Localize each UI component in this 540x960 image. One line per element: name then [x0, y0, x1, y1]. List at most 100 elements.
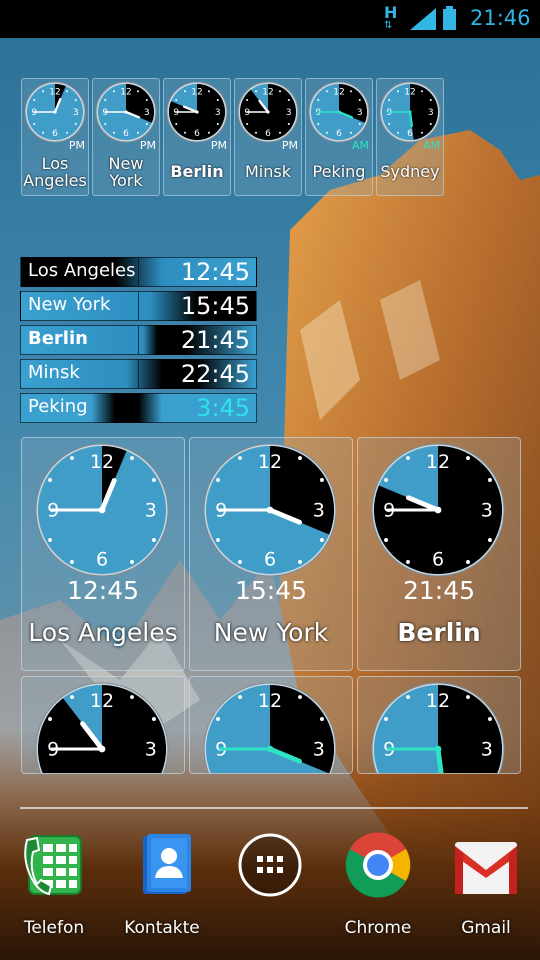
status-bar: H ⇅ 21:46 — [0, 0, 540, 38]
dial-number: 3 — [313, 500, 325, 522]
city-label: Berlin — [28, 328, 88, 349]
digital-clock-row[interactable]: New York 15:45 — [20, 291, 257, 321]
analog-clock-face: 12 3 6 9 — [237, 81, 299, 143]
dial-number: 6 — [96, 548, 108, 570]
digital-clock-row[interactable]: Minsk 22:45 — [20, 359, 257, 389]
dial-number: 3 — [428, 108, 434, 118]
dock-telefon[interactable]: Telefon — [4, 832, 104, 938]
dial-number: 9 — [244, 108, 250, 118]
analog-clock-face: 12369 — [371, 682, 505, 773]
dial-number: 12 — [191, 87, 202, 97]
dial-number: 3 — [286, 108, 292, 118]
dial-number: 12 — [404, 87, 415, 97]
digital-clock-list[interactable]: Los Angeles 12:45 New York 15:45 Berlin … — [20, 257, 257, 427]
analog-clock-face: 12369 — [35, 443, 169, 577]
signal-icon — [410, 8, 436, 30]
dial-number: 6 — [407, 129, 413, 139]
dial-number: 9 — [315, 108, 321, 118]
battery-icon — [443, 6, 456, 30]
dial-number: 6 — [123, 129, 129, 139]
ampm-label: PM — [139, 139, 156, 152]
time-label: 12:45 — [66, 576, 140, 605]
phone-icon — [21, 832, 87, 898]
dial-number: 3 — [73, 108, 79, 118]
dock-label: Kontakte — [124, 918, 200, 938]
dock-kontakte[interactable]: Kontakte — [112, 832, 212, 938]
ampm-label: PM — [281, 139, 298, 152]
city-label: New York — [213, 618, 329, 647]
chrome-icon — [345, 832, 411, 898]
big-clock-widget[interactable]: 12369 — [357, 676, 521, 774]
analog-clock-face: 12369 — [95, 81, 157, 143]
dial-number: 3 — [145, 739, 157, 761]
dial-number: 6 — [336, 129, 342, 139]
analog-clock-face: 12 3 6 9 — [166, 81, 228, 143]
data-activity-icon: ⇅ — [384, 20, 393, 31]
dial-number: 12 — [120, 87, 131, 97]
dial-number: 3 — [144, 108, 150, 118]
dial-number: 3 — [481, 500, 493, 522]
time-label: 15:45 — [234, 576, 308, 605]
city-label: Peking — [28, 396, 88, 417]
dial-number: 3 — [313, 739, 325, 761]
dial-number: 3 — [357, 108, 363, 118]
dial-number: 12 — [262, 87, 273, 97]
dial-number: 9 — [31, 108, 37, 118]
dial-number: 12 — [258, 690, 282, 712]
digital-clock-row[interactable]: Berlin 21:45 — [20, 325, 257, 355]
dial-number: 9 — [173, 108, 179, 118]
dock-chrome[interactable]: Chrome — [328, 832, 428, 938]
time-label: 3:45 — [196, 394, 250, 422]
city-label: Berlin — [170, 162, 224, 181]
dial-number: 6 — [265, 129, 271, 139]
analog-clock-face: 12369 — [35, 682, 169, 773]
city-label: Minsk — [245, 162, 291, 181]
dock-gmail[interactable]: Gmail — [436, 832, 536, 938]
dial-number: 6 — [52, 129, 58, 139]
dock-app-drawer[interactable] — [220, 832, 320, 918]
analog-clock-face: 12 3 6 9 — [379, 81, 441, 143]
ampm-label: AM — [351, 139, 369, 152]
mini-clock-widget[interactable]: 12 3 6 9 PM Los Angeles — [21, 78, 89, 196]
city-label: Minsk — [28, 362, 80, 383]
analog-clock-face: 12369 — [203, 682, 337, 773]
digital-clock-row[interactable]: Los Angeles 12:45 — [20, 257, 257, 287]
dock-divider — [20, 807, 528, 809]
dial-number: 6 — [264, 548, 276, 570]
city-label: Los Angeles — [28, 260, 136, 281]
dial-number: 6 — [432, 548, 444, 570]
contacts-icon — [129, 832, 195, 898]
big-clock-widget[interactable]: 12369 15:45 New York — [189, 437, 353, 671]
dial-number: 3 — [215, 108, 221, 118]
mini-clock-widget[interactable]: 12 3 6 9 AM Sydney — [376, 78, 444, 196]
city-label: Peking — [312, 162, 366, 181]
dial-number: 9 — [386, 108, 392, 118]
status-clock: 21:46 — [470, 6, 531, 30]
ampm-label: PM — [210, 139, 227, 152]
time-label: 21:45 — [180, 326, 250, 354]
gmail-icon — [453, 832, 519, 898]
mini-clock-widget[interactable]: 12 3 6 9 PM New York — [92, 78, 160, 196]
dial-number: 3 — [145, 500, 157, 522]
time-label: 12:45 — [180, 258, 250, 286]
dock-label: Telefon — [23, 918, 85, 938]
app-drawer-icon — [237, 832, 303, 898]
dial-number: 12 — [426, 690, 450, 712]
big-clock-widget[interactable]: 12369 — [189, 676, 353, 774]
city-label: New York — [28, 294, 111, 315]
time-label: 15:45 — [180, 292, 250, 320]
mini-clock-widget[interactable]: 12 3 6 9 PM Minsk — [234, 78, 302, 196]
big-clock-widget[interactable]: 12369 12:45 Los Angeles — [21, 437, 185, 671]
city-label: Berlin — [397, 618, 481, 647]
big-clock-widget[interactable]: 12369 21:45 Berlin — [357, 437, 521, 671]
big-clock-widget[interactable]: 12369 — [21, 676, 185, 774]
analog-clock-face: 12369 — [24, 81, 86, 143]
dial-number: 12 — [333, 87, 344, 97]
mini-clock-widget[interactable]: 12 3 6 9 PM Berlin — [163, 78, 231, 196]
ampm-label: AM — [422, 139, 440, 152]
dial-number: 6 — [194, 129, 200, 139]
analog-clock-face: 12 3 6 9 — [308, 81, 370, 143]
digital-clock-row[interactable]: Peking 3:45 — [20, 393, 257, 423]
mini-clock-widget[interactable]: 12 3 6 9 AM Peking — [305, 78, 373, 196]
dial-number: 12 — [90, 690, 114, 712]
